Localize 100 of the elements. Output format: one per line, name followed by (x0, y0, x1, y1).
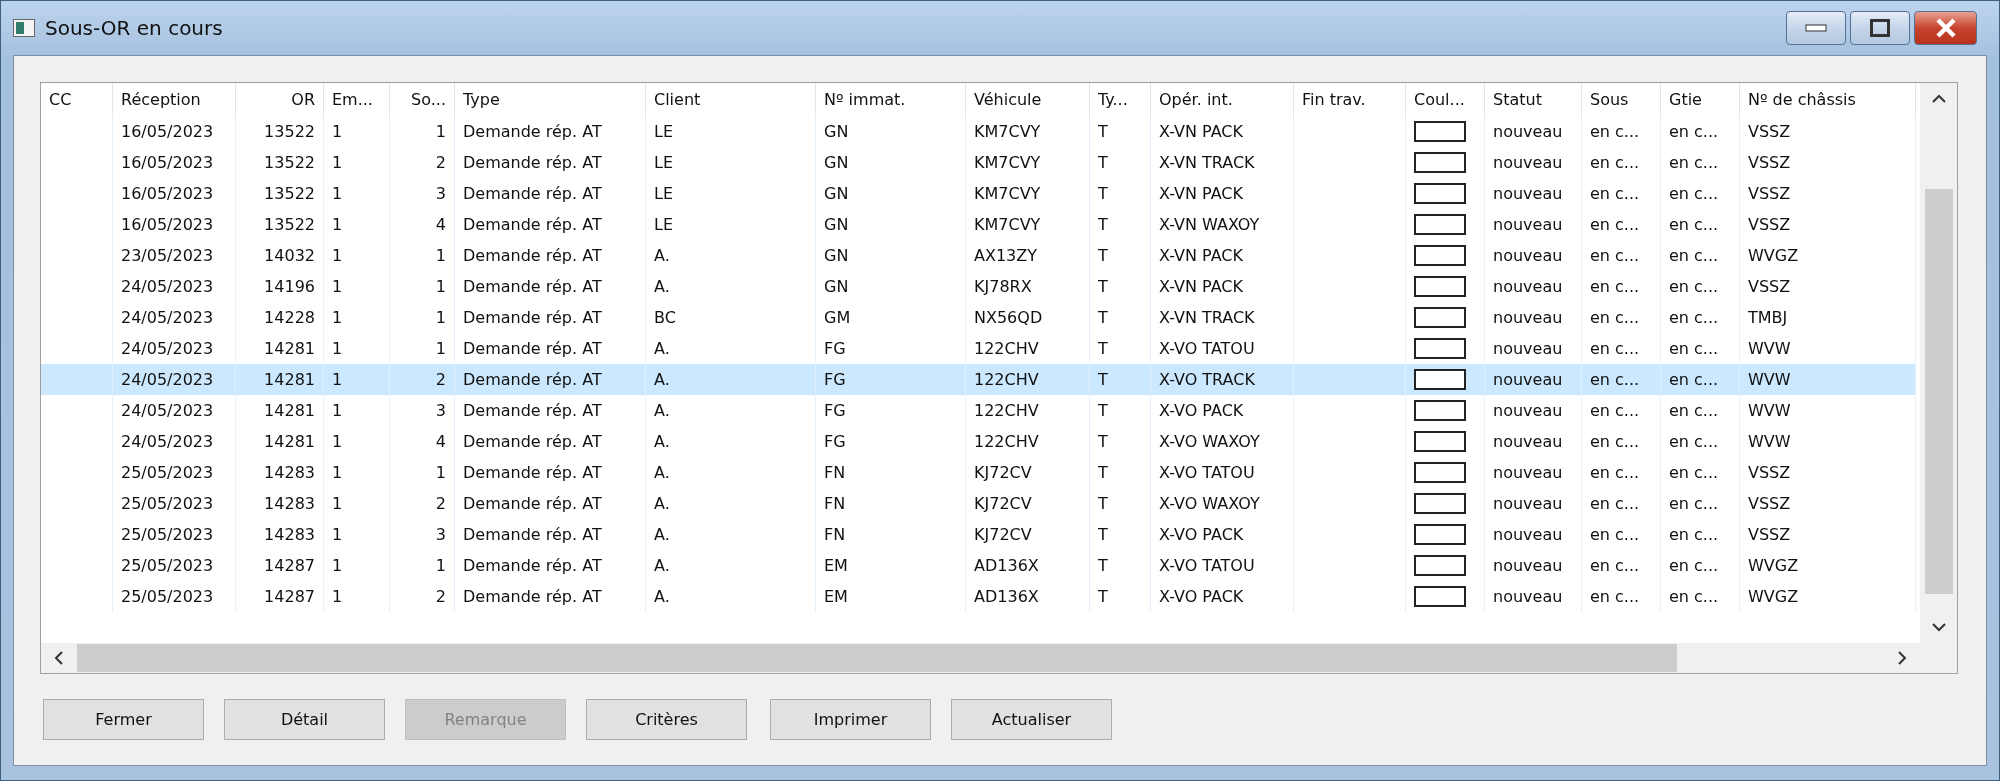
table-cell: 1 (390, 550, 455, 581)
table-cell: 1 (324, 488, 390, 519)
table-cell: A. (646, 550, 816, 581)
table-cell: Demande rép. AT (455, 302, 646, 333)
color-swatch (1414, 431, 1466, 452)
table-cell: A. (646, 364, 816, 395)
column-header[interactable]: Nº immat. (816, 83, 966, 116)
column-header[interactable]: Nº de châssis (1740, 83, 1916, 116)
table-cell: LE (646, 209, 816, 240)
table-cell: T (1090, 271, 1151, 302)
action-button[interactable]: Actualiser (951, 699, 1112, 740)
table-cell: FN (816, 488, 966, 519)
table-cell: 4 (390, 426, 455, 457)
table-cell: 16/05/2023 (113, 116, 236, 147)
table-cell: A. (646, 457, 816, 488)
table-cell: T (1090, 457, 1151, 488)
table-cell: nouveau (1485, 302, 1582, 333)
table-cell: 1 (390, 240, 455, 271)
table-cell: 3 (390, 519, 455, 550)
table-cell: X-VN PACK (1151, 178, 1294, 209)
column-header[interactable]: Fin trav. (1294, 83, 1406, 116)
table-cell: 1 (324, 426, 390, 457)
table-cell: Demande rép. AT (455, 488, 646, 519)
table-row[interactable]: 16/05/2023 13522 1 3 Demande rép. AT LE GN KM7CVY T X-VN PACK nouveau en c... en c... VSSZ (41, 178, 1916, 209)
table-cell: KJ72CV (966, 457, 1090, 488)
table-cell: WVGZ (1740, 550, 1916, 581)
column-header[interactable]: Ty... (1090, 83, 1151, 116)
table-cell: 1 (390, 271, 455, 302)
table-cell: 14287 (236, 581, 324, 612)
table-row[interactable]: 24/05/2023 14281 1 4 Demande rép. AT A. FG 122CHV T X-VO WAXOY nouveau en c... en c... WVW (41, 426, 1916, 457)
table-cell: 1 (324, 302, 390, 333)
table-cell: 16/05/2023 (113, 178, 236, 209)
table-row[interactable]: 16/05/2023 13522 1 1 Demande rép. AT LE GN KM7CVY T X-VN PACK nouveau en c... en c... VSSZ (41, 116, 1916, 147)
color-swatch (1414, 462, 1466, 483)
table-row[interactable]: 25/05/2023 14287 1 1 Demande rép. AT A. EM AD136X T X-VO TATOU nouveau en c... en c... WVGZ (41, 550, 1916, 581)
table-row[interactable]: 24/05/2023 14228 1 1 Demande rép. AT BC GM NX56QD T X-VN TRACK nouveau en c... en c... TMBJ (41, 302, 1916, 333)
action-button[interactable]: Détail (224, 699, 385, 740)
table-cell: en c... (1582, 209, 1661, 240)
column-header[interactable]: So... (390, 83, 455, 116)
table-cell: 25/05/2023 (113, 550, 236, 581)
table-cell: 3 (390, 178, 455, 209)
table-cell: 14283 (236, 457, 324, 488)
table-cell: nouveau (1485, 116, 1582, 147)
action-button[interactable]: Critères (586, 699, 747, 740)
column-header[interactable]: Statut (1485, 83, 1582, 116)
table-cell: T (1090, 209, 1151, 240)
table-cell: KJ72CV (966, 519, 1090, 550)
column-header[interactable]: Type (455, 83, 646, 116)
table-cell: en c... (1582, 240, 1661, 271)
scrollbar-thumb[interactable] (77, 644, 1677, 672)
column-header[interactable]: Em... (324, 83, 390, 116)
table-row[interactable]: 23/05/2023 14032 1 1 Demande rép. AT A. GN AX13ZY T X-VN PACK nouveau en c... en c... WVGZ (41, 240, 1916, 271)
table-cell: T (1090, 147, 1151, 178)
table-cell: en c... (1661, 116, 1740, 147)
table-cell: GN (816, 209, 966, 240)
minimize-button[interactable] (1786, 11, 1846, 45)
column-header[interactable]: Opér. int. (1151, 83, 1294, 116)
color-swatch (1414, 121, 1466, 142)
table-cell: X-VN PACK (1151, 271, 1294, 302)
table-row[interactable]: 25/05/2023 14287 1 2 Demande rép. AT A. EM AD136X T X-VO PACK nouveau en c... en c... WVGZ (41, 581, 1916, 612)
color-swatch (1414, 276, 1466, 297)
table-cell: FG (816, 364, 966, 395)
column-header[interactable]: Gtie (1661, 83, 1740, 116)
table-cell: 1 (390, 457, 455, 488)
column-header[interactable]: Coul... (1406, 83, 1485, 116)
table-cell: NX56QD (966, 302, 1090, 333)
table-cell: VSSZ (1740, 178, 1916, 209)
action-button[interactable]: Imprimer (770, 699, 931, 740)
table-row[interactable]: 25/05/2023 14283 1 1 Demande rép. AT A. FN KJ72CV T X-VO TATOU nouveau en c... en c... VSSZ (41, 457, 1916, 488)
table-cell: Demande rép. AT (455, 240, 646, 271)
column-header[interactable]: Réception (113, 83, 236, 116)
close-button[interactable] (1914, 11, 1977, 45)
maximize-button[interactable] (1850, 11, 1910, 45)
table-row[interactable]: 25/05/2023 14283 1 2 Demande rép. AT A. FN KJ72CV T X-VO WAXOY nouveau en c... en c... VSSZ (41, 488, 1916, 519)
close-icon (1934, 18, 1957, 38)
color-swatch (1414, 214, 1466, 235)
column-header[interactable]: OR (236, 83, 324, 116)
scrollbar-thumb[interactable] (1924, 189, 1953, 594)
color-swatch (1414, 400, 1466, 421)
column-header[interactable]: CC (41, 83, 113, 116)
column-header[interactable]: Véhicule (966, 83, 1090, 116)
table-row[interactable]: 24/05/2023 14281 1 2 Demande rép. AT A. FG 122CHV T X-VO TRACK nouveau en c... en c... WVW (41, 364, 1916, 395)
table-row[interactable]: 25/05/2023 14283 1 3 Demande rép. AT A. FN KJ72CV T X-VO PACK nouveau en c... en c... VSSZ (41, 519, 1916, 550)
table-row[interactable]: 16/05/2023 13522 1 4 Demande rép. AT LE GN KM7CVY T X-VN WAXOY nouveau en c... en c... VSSZ (41, 209, 1916, 240)
table-cell: X-VO WAXOY (1151, 488, 1294, 519)
table-cell: KM7CVY (966, 147, 1090, 178)
table-cell: Demande rép. AT (455, 209, 646, 240)
table-cell: nouveau (1485, 147, 1582, 178)
column-header[interactable]: Client (646, 83, 816, 116)
column-header[interactable]: Sous (1582, 83, 1661, 116)
table-row[interactable]: 24/05/2023 14281 1 3 Demande rép. AT A. FG 122CHV T X-VO PACK nouveau en c... en c... WVW (41, 395, 1916, 426)
table-cell: 14281 (236, 364, 324, 395)
table-row[interactable]: 24/05/2023 14196 1 1 Demande rép. AT A. GN KJ78RX T X-VN PACK nouveau en c... en c... VSSZ (41, 271, 1916, 302)
table-cell: 1 (324, 271, 390, 302)
table-cell: A. (646, 395, 816, 426)
table-row[interactable]: 16/05/2023 13522 1 2 Demande rép. AT LE GN KM7CVY T X-VN TRACK nouveau en c... en c... VSSZ (41, 147, 1916, 178)
table-cell: 14281 (236, 426, 324, 457)
action-button[interactable]: Fermer (43, 699, 204, 740)
table-cell: KM7CVY (966, 116, 1090, 147)
table-cell: 1 (324, 457, 390, 488)
